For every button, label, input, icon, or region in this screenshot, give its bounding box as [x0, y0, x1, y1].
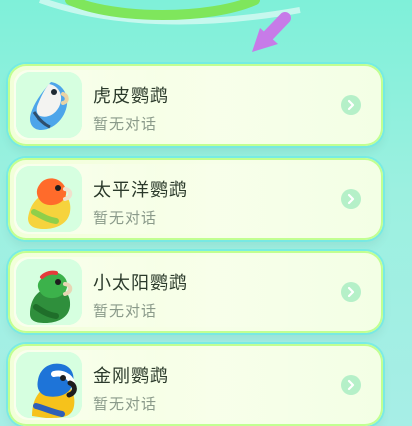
macaw-avatar-icon [16, 352, 82, 418]
sun-conure-avatar-icon [16, 259, 82, 325]
parrot-name: 虎皮鹦鹉 [93, 86, 169, 107]
chevron-right-icon[interactable] [341, 375, 361, 395]
conversation-status: 暂无对话 [93, 115, 158, 133]
chevron-right-icon[interactable] [341, 189, 361, 209]
pacific-parrotlet-avatar-icon [16, 166, 82, 232]
parrot-name: 太平洋鹦鹉 [93, 180, 188, 201]
parrot-name: 小太阳鹦鹉 [93, 273, 188, 294]
budgerigar-avatar-icon [16, 72, 82, 138]
parrot-card[interactable]: 虎皮鹦鹉 暂无对话 [8, 64, 383, 146]
chevron-right-icon[interactable] [341, 95, 361, 115]
conversation-status: 暂无对话 [93, 395, 158, 413]
parrot-card[interactable]: 金刚鹦鹉 暂无对话 [8, 344, 383, 426]
parrot-card[interactable]: 小太阳鹦鹉 暂无对话 [8, 251, 383, 333]
parrot-card[interactable]: 太平洋鹦鹉 暂无对话 [8, 158, 383, 240]
conversation-status: 暂无对话 [93, 302, 158, 320]
chevron-right-icon[interactable] [341, 282, 361, 302]
top-decoration [0, 0, 412, 70]
conversation-status: 暂无对话 [93, 209, 158, 227]
parrot-name: 金刚鹦鹉 [93, 366, 169, 387]
